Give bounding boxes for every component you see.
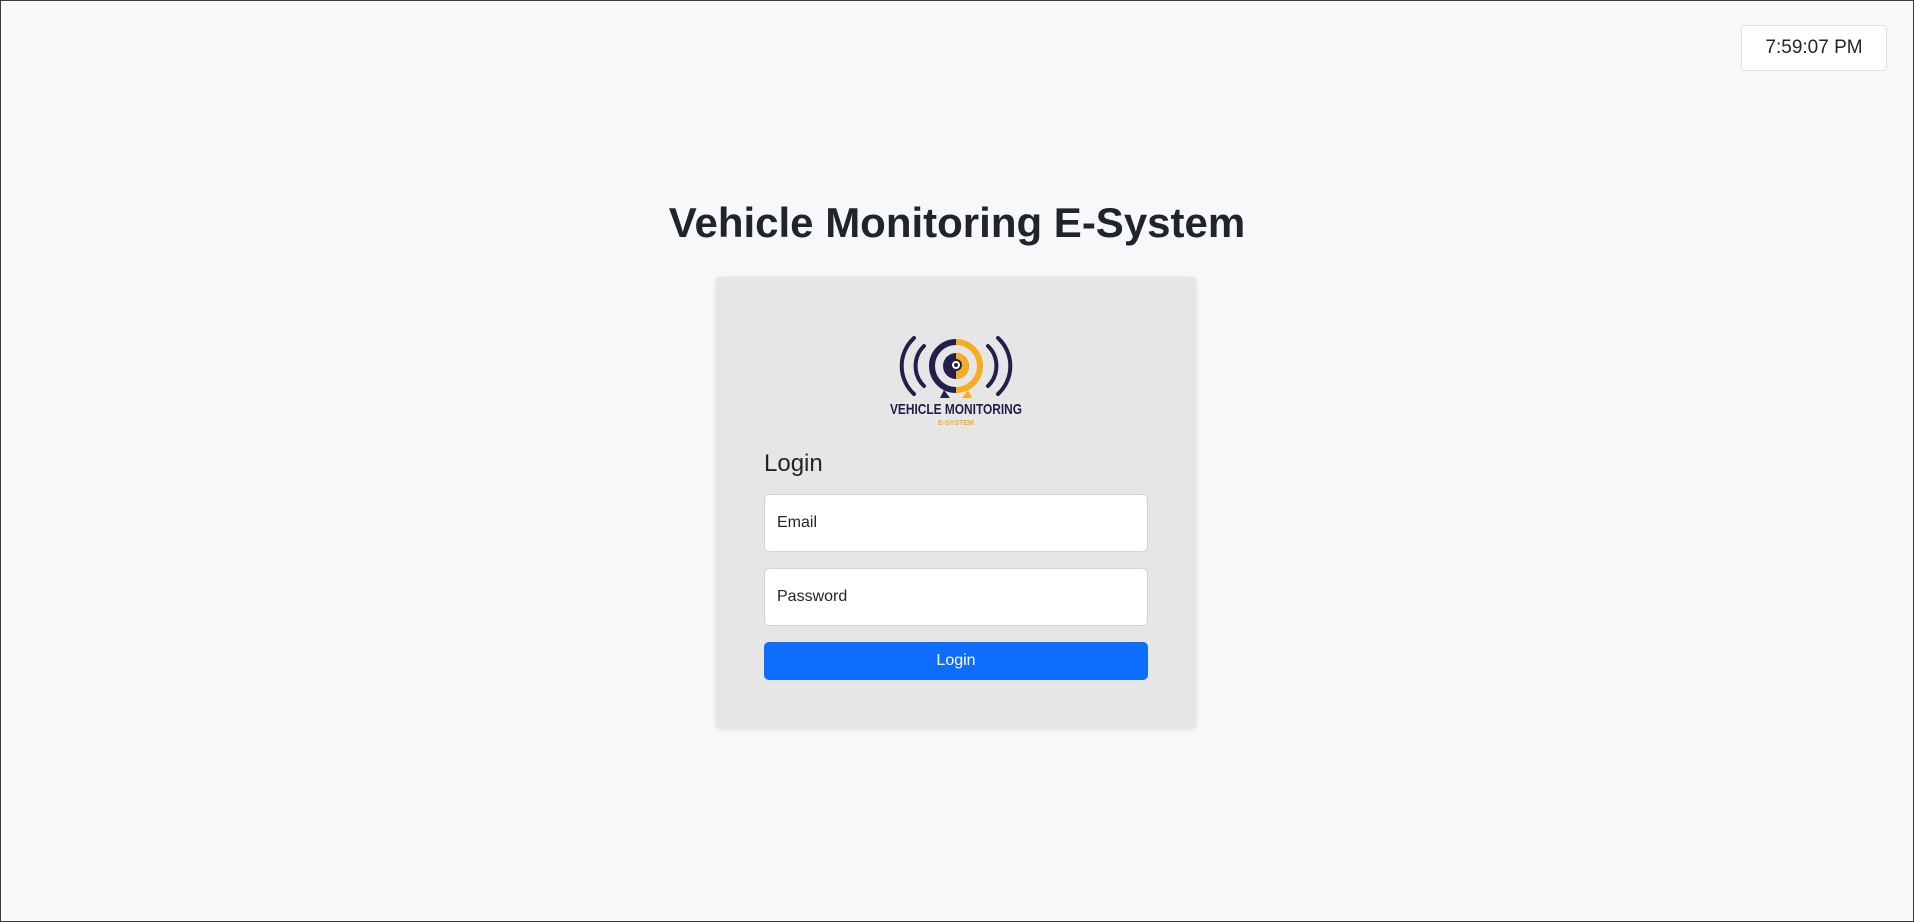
login-button[interactable]: Login bbox=[764, 642, 1148, 680]
login-heading: Login bbox=[764, 450, 823, 477]
password-field[interactable] bbox=[764, 568, 1148, 626]
page-title: Vehicle Monitoring E-System bbox=[668, 199, 1246, 246]
clock-display: 7:59:07 PM bbox=[1741, 25, 1887, 71]
vehicle-monitoring-logo: VEHICLE MONITORING E-SYSTEM bbox=[888, 332, 1024, 428]
logo-subtext: E-SYSTEM bbox=[938, 420, 974, 427]
email-field[interactable] bbox=[764, 494, 1148, 552]
logo-wordmark: VEHICLE MONITORING bbox=[890, 401, 1022, 418]
login-card: VEHICLE MONITORING E-SYSTEM Login Login bbox=[716, 277, 1196, 728]
